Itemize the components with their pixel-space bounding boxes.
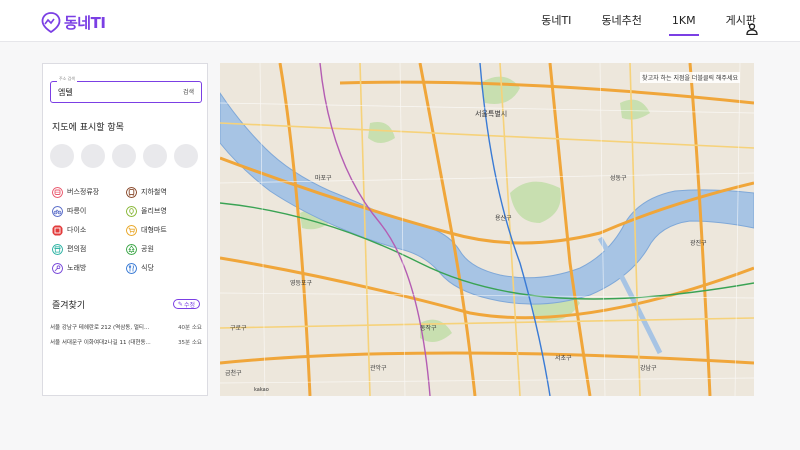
map-label: 성동구	[610, 175, 627, 182]
item-subway[interactable]: 지하철역	[126, 186, 200, 198]
search-button[interactable]: 검색	[183, 87, 194, 96]
subway-icon	[126, 186, 137, 198]
item-label: 지하철역	[141, 188, 167, 196]
map-attribution: kakao	[254, 387, 269, 393]
logo-pin-icon	[41, 12, 61, 33]
map-items-title: 지도에 표시할 항목	[52, 123, 124, 133]
item-karaoke[interactable]: 노래방	[52, 262, 126, 274]
item-label: 올리브영	[141, 207, 167, 215]
map-label: 구로구	[230, 325, 247, 332]
item-label: 편의점	[67, 245, 87, 253]
selected-slot[interactable]	[50, 144, 74, 168]
favorite-item[interactable]: 서울 서대문구 이화여대2나길 11 (대현동... 35분 소요	[50, 338, 202, 346]
favorite-item[interactable]: 서울 강남구 테헤란로 212 (역삼동, 멀티... 40분 소요	[50, 323, 202, 331]
item-convenience-store[interactable]: 편의점	[52, 243, 126, 255]
selected-item-slots	[50, 144, 198, 168]
top-bar: 동네TI 동네TI 동네추천 1KM 게시판	[0, 0, 800, 42]
store-icon	[52, 243, 63, 255]
map-label: 금천구	[225, 370, 242, 377]
item-label: 버스정류장	[67, 188, 100, 196]
map-label: 마포구	[315, 175, 332, 182]
olive-icon	[126, 205, 137, 217]
edit-label: 수정	[183, 301, 195, 309]
item-oliveyoung[interactable]: 올리브영	[126, 205, 200, 217]
item-label: 노래방	[67, 264, 87, 272]
logo-text: 동네TI	[64, 13, 106, 32]
favorite-time: 35분 소요	[178, 340, 202, 346]
item-restaurant[interactable]: 식당	[126, 262, 200, 274]
search-input[interactable]	[58, 86, 168, 98]
map-hint: 찾고자 하는 지점을 더블클릭 해주세요	[640, 72, 740, 83]
nav-1km[interactable]: 1KM	[668, 0, 699, 42]
map-label: 용산구	[495, 215, 512, 222]
pencil-icon: ✎	[177, 300, 183, 308]
user-icon[interactable]	[746, 23, 758, 35]
side-panel: 주소 검색 검색 지도에 표시할 항목 버스정류장 지하철역 따릉이 올리브영	[42, 63, 208, 396]
map-label: 광진구	[690, 240, 707, 247]
map-label: 관악구	[370, 365, 387, 372]
favorite-time: 40분 소요	[178, 325, 202, 331]
item-label: 따릉이	[67, 207, 87, 215]
nav-recommend[interactable]: 동네추천	[601, 0, 641, 42]
item-mart[interactable]: 대형마트	[126, 224, 200, 236]
item-bus-stop[interactable]: 버스정류장	[52, 186, 126, 198]
favorite-address: 서울 서대문구 이화여대2나길 11 (대현동...	[50, 340, 151, 346]
address-search-box: 주소 검색 검색	[50, 76, 202, 103]
favorites-title: 즐겨찾기	[52, 301, 86, 311]
item-daiso[interactable]: 다이소	[52, 224, 126, 236]
selected-slot[interactable]	[81, 144, 105, 168]
item-label: 대형마트	[141, 226, 167, 234]
search-legend: 주소 검색	[57, 76, 77, 82]
bus-icon	[52, 186, 63, 198]
fork-icon	[126, 262, 137, 274]
map-item-list: 버스정류장 지하철역 따릉이 올리브영 다이소 대형마트 편의점 공원 노래방 …	[52, 186, 202, 274]
bike-icon	[52, 205, 63, 217]
item-label: 다이소	[67, 226, 87, 234]
favorites-edit-button[interactable]: ✎ 수정	[172, 299, 200, 309]
item-bike[interactable]: 따릉이	[52, 205, 126, 217]
map-view[interactable]: 찾고자 하는 지점을 더블클릭 해주세요 서울특별시 용산구 동작구 서초구 강…	[220, 63, 754, 396]
item-label: 식당	[141, 264, 154, 272]
main-nav: 동네TI 동네추천 1KM 게시판	[541, 0, 756, 42]
item-park[interactable]: 공원	[126, 243, 200, 255]
selected-slot[interactable]	[174, 144, 198, 168]
cart-icon	[126, 224, 137, 236]
mic-icon	[52, 262, 63, 274]
selected-slot[interactable]	[112, 144, 136, 168]
map-label: 영등포구	[290, 280, 313, 287]
nav-dongneti[interactable]: 동네TI	[541, 0, 571, 42]
item-label: 공원	[141, 245, 154, 253]
nav-board[interactable]: 게시판	[726, 0, 756, 42]
map-label: 강남구	[640, 365, 657, 372]
logo[interactable]: 동네TI	[40, 11, 106, 33]
map-label: 동작구	[420, 325, 437, 332]
park-icon	[126, 243, 137, 255]
selected-slot[interactable]	[143, 144, 167, 168]
map-label: 서초구	[555, 355, 572, 362]
favorite-address: 서울 강남구 테헤란로 212 (역삼동, 멀티...	[50, 325, 150, 331]
daiso-icon	[52, 225, 63, 235]
map-label: 서울특별시	[475, 110, 508, 118]
